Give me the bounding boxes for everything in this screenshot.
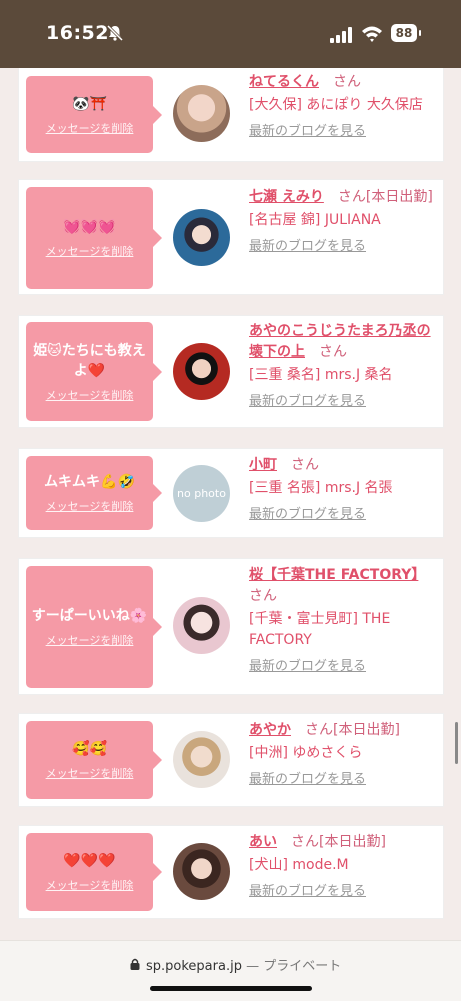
name-suffix: さん	[333, 74, 361, 90]
name-suffix: さん	[319, 344, 347, 360]
blog-link[interactable]: 最新のブログを見る	[249, 238, 437, 256]
message-text: 💓💓💓	[63, 219, 116, 235]
signal-icon	[330, 27, 352, 43]
home-indicator[interactable]	[150, 986, 312, 991]
wifi-icon	[362, 26, 382, 42]
blog-link[interactable]: 最新のブログを見る	[249, 393, 437, 411]
name-suffix: さん	[291, 457, 319, 473]
blog-link[interactable]: 最新のブログを見る	[249, 123, 437, 141]
card-info: あやのこうじうたまろ乃丞の壊下の上 さん [三重 桑名] mrs.J 桑名 最新…	[249, 321, 437, 411]
message-text: ムキムキ💪🤣	[44, 474, 135, 490]
blog-link[interactable]: 最新のブログを見る	[249, 771, 437, 789]
message-card: すーぱーいいね🌸 メッセージを削除 桜【千葉THE FACTORY】 さん [千…	[19, 559, 443, 694]
card-info: 小町 さん [三重 名張] mrs.J 名張 最新のブログを見る	[249, 455, 437, 524]
delete-message-link[interactable]: メッセージを削除	[46, 243, 134, 259]
shop-name: [千葉・富士見町] THE FACTORY	[249, 611, 391, 648]
card-info: 七瀬 えみり さん[本日出勤] [名古屋 錦] JULIANA 最新のブログを見…	[249, 187, 437, 256]
avatar[interactable]	[173, 209, 230, 266]
message-bubble: 姫🐱たちにも教えよ❤️ メッセージを削除	[26, 322, 162, 421]
message-card: ムキムキ💪🤣 メッセージを削除 no photo 小町 さん [三重 名張] m…	[19, 449, 443, 537]
message-bubble: 🥰🥰 メッセージを削除	[26, 721, 162, 799]
delete-message-link[interactable]: メッセージを削除	[46, 120, 134, 136]
message-text: ❤️❤️❤️	[63, 853, 116, 869]
avatar-no-photo[interactable]: no photo	[173, 465, 230, 522]
name-link[interactable]: 七瀬 えみり	[249, 189, 324, 205]
name-suffix: さん[本日出勤]	[305, 722, 400, 738]
message-bubble: 💓💓💓 メッセージを削除	[26, 187, 162, 289]
message-text: 🐼⛩️	[72, 95, 107, 112]
url-separator: —	[241, 959, 264, 974]
shop-name: [犬山] mode.M	[249, 857, 349, 873]
blog-link[interactable]: 最新のブログを見る	[249, 883, 437, 901]
message-card: 姫🐱たちにも教えよ❤️ メッセージを削除 あやのこうじうたまろ乃丞の壊下の上 さ…	[19, 316, 443, 427]
name-link[interactable]: 小町	[249, 457, 277, 473]
name-suffix: さん[本日出勤]	[291, 834, 386, 850]
card-info: あい さん[本日出勤] [犬山] mode.M 最新のブログを見る	[249, 832, 437, 901]
message-bubble: ムキムキ💪🤣 メッセージを削除	[26, 456, 162, 530]
message-card: 🥰🥰 メッセージを削除 あやか さん[本日出勤] [中洲] ゆめさくら 最新のブ…	[19, 714, 443, 806]
card-info: あやか さん[本日出勤] [中洲] ゆめさくら 最新のブログを見る	[249, 720, 437, 789]
card-info: 桜【千葉THE FACTORY】 さん [千葉・富士見町] THE FACTOR…	[249, 565, 437, 676]
battery-indicator: 88	[391, 24, 417, 42]
blog-link[interactable]: 最新のブログを見る	[249, 658, 437, 676]
delete-message-link[interactable]: メッセージを削除	[46, 632, 134, 648]
name-link[interactable]: 桜【千葉THE FACTORY】	[249, 567, 418, 583]
message-bubble: 🐼⛩️ メッセージを削除	[26, 76, 162, 153]
status-bar: 16:52 88	[0, 0, 461, 68]
message-card: 🐼⛩️ メッセージを削除 ねてるくん さん [大久保] あにぽり 大久保店 最新…	[19, 68, 443, 161]
avatar[interactable]	[173, 597, 230, 654]
delete-message-link[interactable]: メッセージを削除	[46, 387, 134, 403]
shop-name: [大久保] あにぽり 大久保店	[249, 97, 423, 113]
delete-message-link[interactable]: メッセージを削除	[46, 765, 134, 781]
message-card: ❤️❤️❤️ メッセージを削除 あい さん[本日出勤] [犬山] mode.M …	[19, 826, 443, 918]
shop-name: [三重 名張] mrs.J 名張	[249, 480, 393, 496]
name-suffix: さん[本日出勤]	[337, 189, 433, 205]
message-card: 💓💓💓 メッセージを削除 七瀬 えみり さん[本日出勤] [名古屋 錦] JUL…	[19, 180, 443, 294]
message-list[interactable]: 🐼⛩️ メッセージを削除 ねてるくん さん [大久保] あにぽり 大久保店 最新…	[0, 68, 461, 940]
message-bubble: ❤️❤️❤️ メッセージを削除	[26, 833, 162, 911]
lock-icon	[130, 958, 140, 970]
delete-message-link[interactable]: メッセージを削除	[46, 877, 134, 893]
private-label: プライベート	[263, 959, 342, 974]
scrollbar-thumb[interactable]	[455, 722, 458, 764]
message-bubble: すーぱーいいね🌸 メッセージを削除	[26, 566, 162, 688]
shop-name: [名古屋 錦] JULIANA	[249, 212, 381, 228]
avatar[interactable]	[173, 343, 230, 400]
name-link[interactable]: ねてるくん	[249, 74, 319, 90]
name-link[interactable]: あい	[249, 834, 277, 850]
blog-link[interactable]: 最新のブログを見る	[249, 506, 437, 524]
name-suffix: さん	[249, 588, 277, 604]
battery-tip	[419, 30, 421, 36]
avatar[interactable]	[173, 85, 230, 142]
message-text: 🥰🥰	[72, 741, 107, 757]
message-text: すーぱーいいね🌸	[31, 608, 148, 624]
avatar[interactable]	[173, 731, 230, 788]
shop-name: [中洲] ゆめさくら	[249, 745, 363, 761]
avatar[interactable]	[173, 843, 230, 900]
shop-name: [三重 桑名] mrs.J 桑名	[249, 367, 393, 383]
name-link[interactable]: あやか	[249, 722, 291, 738]
bell-slash-icon	[106, 24, 124, 42]
no-photo-text: no photo	[177, 487, 226, 500]
card-info: ねてるくん さん [大久保] あにぽり 大久保店 最新のブログを見る	[249, 72, 437, 141]
status-time: 16:52	[46, 22, 109, 44]
url-domain: sp.pokepara.jp	[146, 959, 242, 974]
delete-message-link[interactable]: メッセージを削除	[46, 498, 134, 514]
message-text: 姫🐱たちにも教えよ❤️	[33, 342, 146, 379]
url-text[interactable]: sp.pokepara.jp — プライベート	[146, 955, 341, 974]
